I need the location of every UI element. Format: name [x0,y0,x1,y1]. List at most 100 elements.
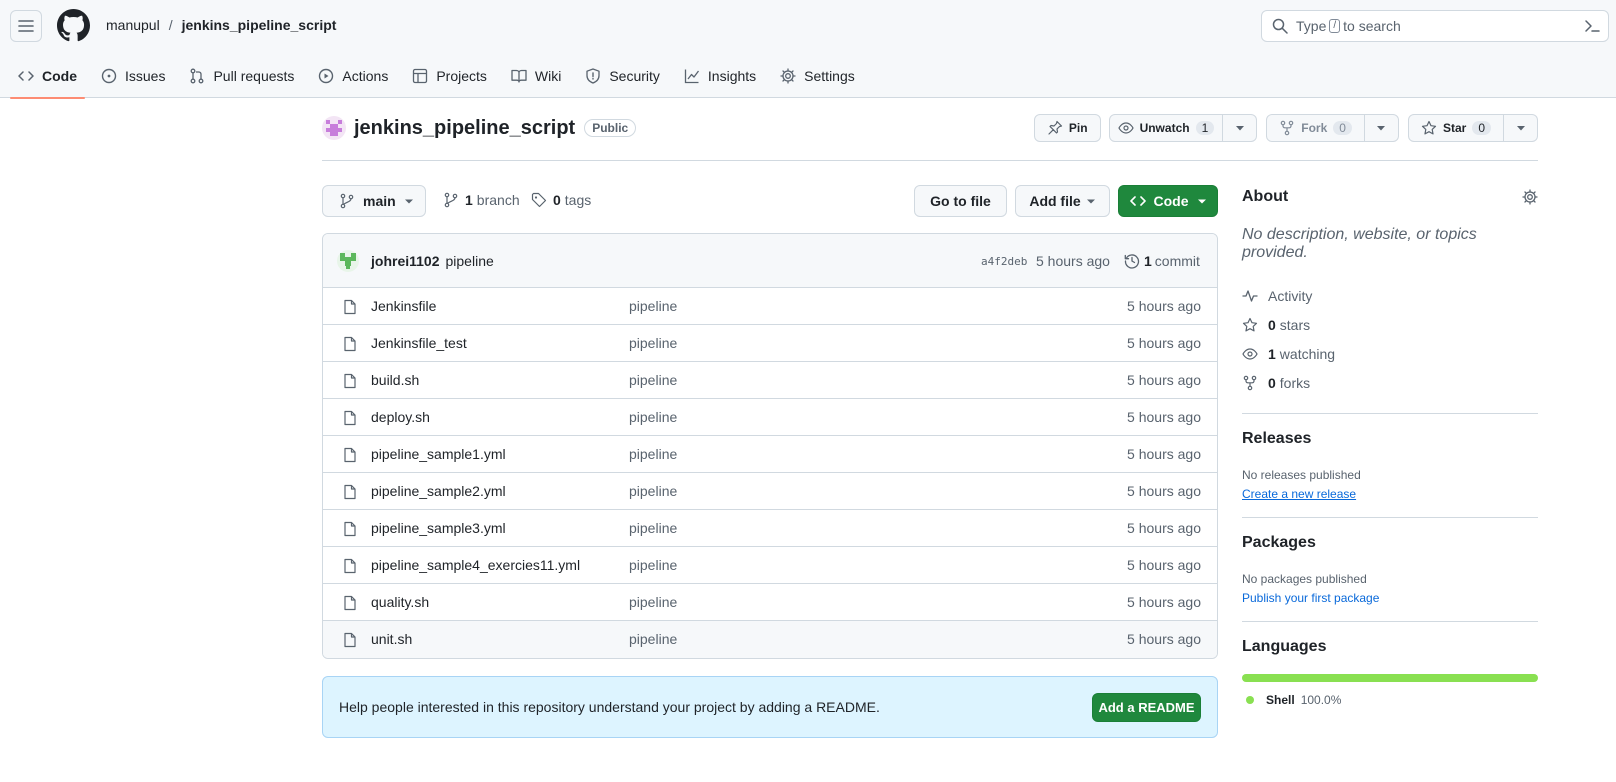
file-name[interactable]: Jenkinsfile [371,298,436,314]
fork-dropdown-button[interactable] [1364,114,1399,142]
file-row[interactable]: pipeline_sample2.yml pipeline 5 hours ago [323,473,1217,510]
file-row[interactable]: pipeline_sample4_exercies11.yml pipeline 5… [323,547,1217,584]
code-button[interactable]: Code [1118,185,1218,217]
language-name: Shell [1266,693,1295,707]
github-logo-icon[interactable] [57,9,90,42]
owner-link[interactable]: manupul [106,17,160,33]
repo-avatar[interactable] [322,116,346,140]
file-row[interactable]: unit.sh pipeline 5 hours ago [323,621,1217,658]
tab-label: Code [42,68,77,84]
releases-title[interactable]: Releases [1242,430,1538,448]
branches-link[interactable]: 1 branch [443,192,520,208]
commit-time: 5 hours ago [1036,253,1110,269]
commit-history-link[interactable]: 1 commit [1124,253,1200,269]
command-palette-icon[interactable] [1584,18,1600,34]
file-commit-message[interactable]: pipeline [629,446,677,462]
file-commit-message[interactable]: pipeline [629,298,677,314]
tab-label: Pull requests [213,68,295,84]
search-input[interactable]: Type / to search [1261,10,1609,42]
file-row[interactable]: Jenkinsfile_test pipeline 5 hours ago [323,325,1217,362]
repo-link[interactable]: jenkins_pipeline_script [182,17,337,33]
tab-code[interactable]: Code [10,54,85,99]
file-commit-message[interactable]: pipeline [629,594,677,610]
language-item[interactable]: Shell 100.0% [1242,693,1538,707]
file-name[interactable]: pipeline_sample3.yml [371,520,506,536]
file-icon-wrap [342,595,358,611]
graph-icon [684,69,699,84]
go-to-file-button[interactable]: Go to file [914,185,1007,217]
tab-insights[interactable]: Insights [676,54,764,98]
pull-request-icon [191,68,204,84]
file-row[interactable]: pipeline_sample3.yml pipeline 5 hours ago [323,510,1217,547]
tab-projects[interactable]: Projects [404,54,495,98]
tab-label: Issues [125,68,166,84]
file-name[interactable]: quality.sh [371,594,429,610]
file-icon-wrap [342,299,358,315]
watch-dropdown-button[interactable] [1223,114,1258,142]
commit-sha[interactable]: a4f2deb [981,255,1027,268]
stars-link[interactable]: 0 stars [1242,310,1538,339]
file-list: Jenkinsfile pipeline 5 hours ago Jenkinsfil… [323,288,1217,658]
menu-button[interactable] [10,10,42,42]
file-commit-message[interactable]: pipeline [629,557,677,573]
file-name[interactable]: unit.sh [371,631,412,647]
file-icon-wrap [342,632,358,648]
file-name[interactable]: deploy.sh [371,409,430,425]
tab-label: Wiki [534,68,562,84]
file-row[interactable]: Jenkinsfile pipeline 5 hours ago [323,288,1217,325]
file-commit-message[interactable]: pipeline [629,409,677,425]
forks-link[interactable]: 0 forks [1242,368,1538,397]
repo-forked-icon [1280,120,1294,136]
packages-title[interactable]: Packages [1242,534,1538,552]
file-row[interactable]: quality.sh pipeline 5 hours ago [323,584,1217,621]
file-icon [344,336,356,352]
file-commit-message[interactable]: pipeline [629,372,677,388]
author-avatar[interactable] [337,249,359,272]
tab-issues[interactable]: Issues [93,54,173,98]
file-commit-message[interactable]: pipeline [629,483,677,499]
tab-wiki[interactable]: Wiki [503,54,569,98]
file-commit-date: 5 hours ago [1127,335,1201,351]
triangle-down-icon [1235,126,1244,131]
gear-icon[interactable] [1522,189,1538,205]
commit-author[interactable]: johrei1102 [371,253,440,269]
add-readme-button[interactable]: Add a README [1092,693,1201,722]
star-group: Star 0 [1407,114,1538,142]
file-row[interactable]: pipeline_sample1.yml pipeline 5 hours ago [323,436,1217,473]
triangle-down-icon [404,199,413,204]
tab-actions[interactable]: Actions [310,54,396,98]
tags-link[interactable]: 0 tags [531,192,591,208]
file-name[interactable]: pipeline_sample1.yml [371,446,506,462]
file-name[interactable]: pipeline_sample2.yml [371,483,506,499]
branch-selector[interactable]: main [322,185,426,217]
stars-count: 0 [1268,316,1276,333]
breadcrumb: manupul / jenkins_pipeline_script [106,17,336,33]
pin-button[interactable]: Pin [1033,114,1101,142]
create-release-link[interactable]: Create a new release [1242,487,1538,501]
file-commit-message[interactable]: pipeline [629,520,677,536]
forks-count: 0 [1268,374,1276,391]
header-divider [322,160,1538,161]
publish-package-link[interactable]: Publish your first package [1242,591,1538,605]
fork-button[interactable]: Fork 0 [1266,114,1365,142]
stars-word: stars [1279,316,1311,333]
unwatch-button[interactable]: Unwatch 1 [1108,114,1224,142]
tab-security[interactable]: Security [577,54,668,98]
file-name[interactable]: Jenkinsfile_test [371,335,467,351]
watching-link[interactable]: 1 watching [1242,339,1538,368]
add-file-button[interactable]: Add file [1015,185,1110,217]
star-counter: 0 [1472,121,1491,135]
file-commit-message[interactable]: pipeline [629,335,677,351]
file-row[interactable]: build.sh pipeline 5 hours ago [323,362,1217,399]
file-name[interactable]: build.sh [371,372,419,388]
activity-link[interactable]: Activity [1242,281,1538,310]
repo-name[interactable]: jenkins_pipeline_script [354,117,575,140]
star-button[interactable]: Star 0 [1407,114,1504,142]
tab-settings[interactable]: Settings [772,54,863,98]
commit-message[interactable]: pipeline [446,253,494,269]
tab-pull-requests[interactable]: Pull requests [181,54,302,98]
file-commit-message[interactable]: pipeline [629,631,677,647]
star-dropdown-button[interactable] [1504,114,1538,142]
file-row[interactable]: deploy.sh pipeline 5 hours ago [323,399,1217,436]
file-name[interactable]: pipeline_sample4_exercies11.yml [371,557,580,573]
